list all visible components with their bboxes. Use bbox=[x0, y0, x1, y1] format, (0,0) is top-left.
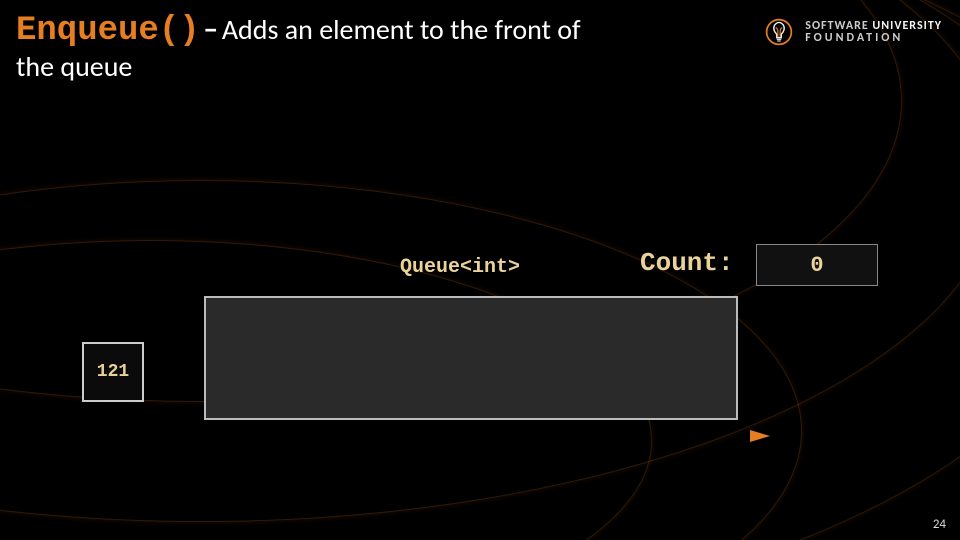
queue-type-label: Queue<int> bbox=[400, 256, 520, 279]
slide-title: Enqueue() – Adds an element to the front… bbox=[16, 14, 696, 81]
logo-line2: FOUNDATION bbox=[805, 32, 942, 44]
count-value-box: 0 bbox=[756, 244, 878, 286]
count-label: Count: bbox=[640, 248, 734, 278]
element-box: 121 bbox=[82, 342, 144, 402]
queue-container bbox=[204, 296, 738, 420]
title-desc-line2: the queue bbox=[16, 52, 696, 81]
direction-arrow bbox=[210, 434, 770, 438]
lightbulb-icon bbox=[761, 14, 797, 50]
slide-number: 24 bbox=[933, 517, 946, 532]
brand-logo: SOFTWARE UNIVERSITY FOUNDATION bbox=[761, 14, 942, 50]
title-dash: – bbox=[203, 11, 218, 48]
method-name: Enqueue() bbox=[16, 12, 200, 50]
title-desc-line1: Adds an element to the front of bbox=[222, 12, 581, 47]
